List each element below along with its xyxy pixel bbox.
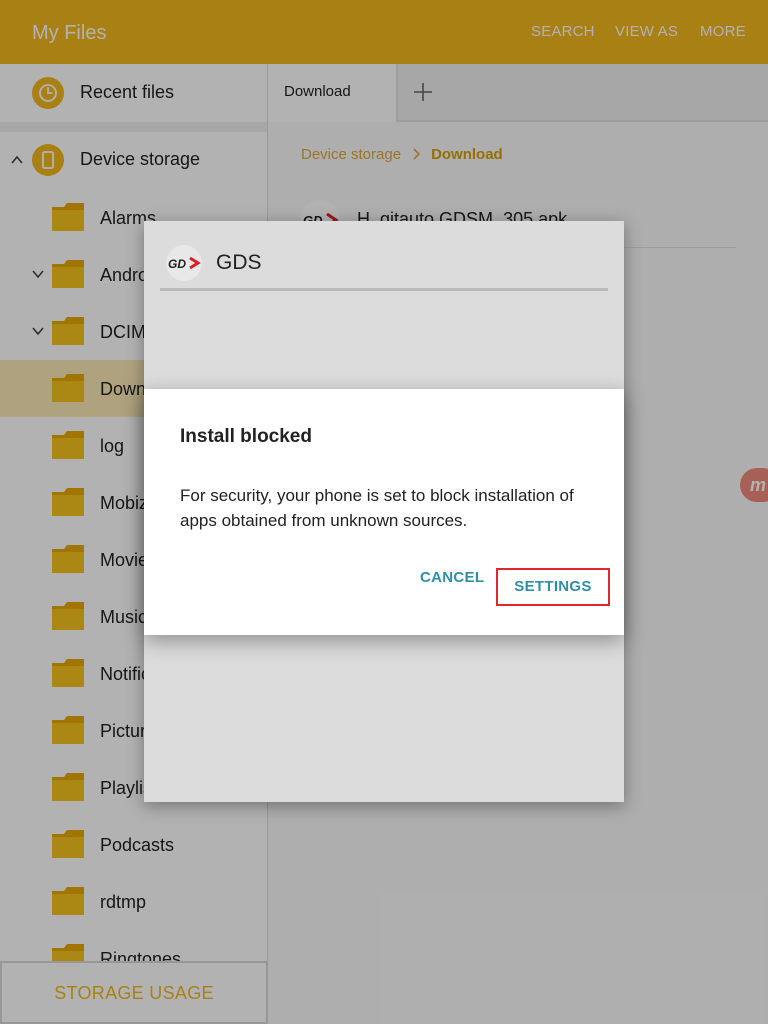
app-name: GDS — [216, 251, 262, 274]
dialog-message: For security, your phone is set to block… — [180, 486, 574, 530]
settings-button[interactable]: SETTINGS — [496, 568, 610, 606]
install-blocked-dialog: Install blocked For security, your phone… — [144, 389, 624, 635]
svg-text:GD: GD — [168, 257, 186, 271]
cancel-button[interactable]: CANCEL — [420, 569, 484, 586]
divider — [160, 288, 608, 291]
dialog-title: Install blocked — [180, 426, 312, 447]
gds-logo-icon: GD — [166, 245, 202, 281]
